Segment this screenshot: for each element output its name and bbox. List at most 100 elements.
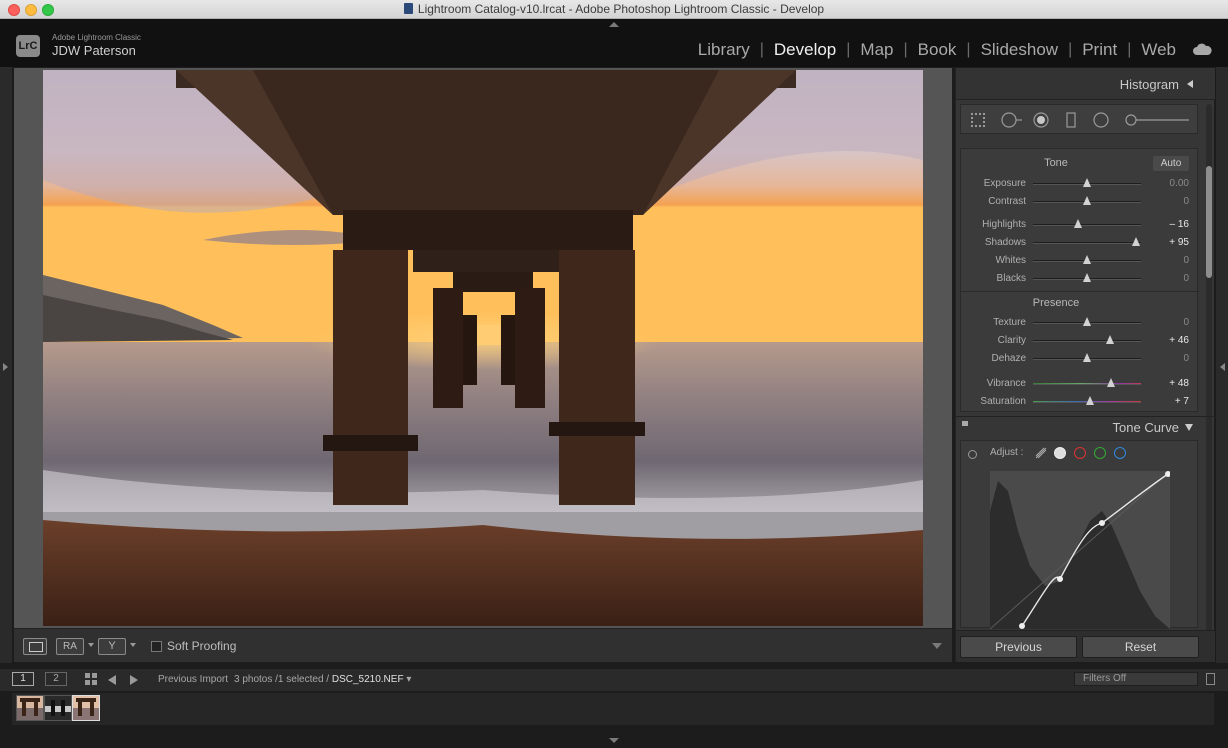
vibrance-label: Vibrance — [986, 378, 1026, 389]
source-label[interactable]: Previous Import — [158, 674, 228, 685]
crop-icon[interactable] — [970, 112, 986, 128]
survey-view-button[interactable]: Y — [98, 638, 126, 655]
survey-dropdown-icon[interactable] — [130, 643, 136, 647]
loupe-view-button[interactable] — [23, 638, 47, 655]
clarity-slider-handle[interactable] — [1105, 335, 1114, 344]
panel-switch-icon[interactable] — [962, 421, 968, 426]
targeted-adjustment-icon[interactable] — [968, 450, 977, 459]
blacks-slider-row: Blacks 0 — [961, 271, 1199, 287]
whites-value[interactable]: 0 — [1183, 255, 1189, 266]
soft-proofing-label: Soft Proofing — [167, 639, 237, 653]
shadows-slider[interactable] — [1033, 242, 1141, 244]
previous-button[interactable]: Previous — [960, 636, 1077, 658]
filters-dropdown[interactable]: Filters Off — [1074, 672, 1198, 686]
texture-slider-handle[interactable] — [1083, 317, 1091, 326]
tone-curve-title: Tone Curve — [1112, 420, 1179, 435]
saturation-slider-handle[interactable] — [1086, 396, 1095, 405]
auto-tone-button[interactable]: Auto — [1153, 156, 1189, 171]
tool-strip — [960, 104, 1198, 134]
blacks-slider-handle[interactable] — [1083, 273, 1091, 282]
shadows-slider-handle[interactable] — [1131, 237, 1140, 246]
grid-view-icon[interactable] — [85, 673, 97, 685]
texture-value[interactable]: 0 — [1183, 317, 1189, 328]
shadows-value[interactable]: + 95 — [1169, 237, 1189, 248]
tone-curve-graph[interactable] — [990, 471, 1170, 629]
thumbnail-image — [17, 696, 43, 720]
image-canvas[interactable]: RA Y Soft Proofing — [14, 68, 952, 662]
exposure-slider-handle[interactable] — [1083, 178, 1091, 187]
histogram-header[interactable]: Histogram — [956, 68, 1215, 100]
channel-rgb-icon[interactable] — [1054, 447, 1066, 459]
previous-photo-icon[interactable] — [108, 675, 116, 685]
dehaze-slider-row: Dehaze 0 — [961, 351, 1199, 367]
filter-lock-icon[interactable] — [1206, 673, 1215, 685]
highlights-slider-row: Highlights – 16 — [961, 217, 1199, 233]
soft-proofing-checkbox[interactable] — [151, 641, 162, 652]
highlights-slider-handle[interactable] — [1074, 219, 1083, 228]
secondary-window-button[interactable]: 2 — [45, 672, 67, 686]
contrast-value[interactable]: 0 — [1183, 196, 1189, 207]
dehaze-slider-handle[interactable] — [1083, 353, 1091, 362]
highlights-slider[interactable] — [1033, 224, 1141, 226]
left-panel-edge[interactable] — [0, 67, 12, 663]
exposure-label: Exposure — [983, 178, 1026, 189]
bottom-panel-toggle[interactable] — [609, 738, 619, 743]
collapse-arrow-icon[interactable] — [1187, 80, 1193, 88]
adjustment-brush-icon[interactable] — [1125, 112, 1191, 128]
radial-filter-icon[interactable] — [1093, 112, 1109, 128]
channel-blue-icon[interactable] — [1114, 447, 1126, 459]
clarity-label: Clarity — [997, 335, 1026, 346]
blacks-value[interactable]: 0 — [1183, 273, 1189, 284]
module-library[interactable]: Library — [688, 40, 760, 60]
scrollbar-thumb[interactable] — [1206, 166, 1212, 278]
before-after-button[interactable]: RA — [56, 638, 84, 655]
before-after-dropdown-icon[interactable] — [88, 643, 94, 647]
whites-slider-handle[interactable] — [1083, 255, 1091, 264]
dehaze-value[interactable]: 0 — [1183, 353, 1189, 364]
channel-red-icon[interactable] — [1074, 447, 1086, 459]
next-photo-icon[interactable] — [130, 675, 138, 685]
vibrance-value[interactable]: + 48 — [1169, 378, 1189, 389]
red-eye-icon[interactable] — [1033, 112, 1049, 128]
parametric-curve-icon[interactable] — [1034, 446, 1048, 460]
saturation-slider-row: Saturation + 7 — [961, 394, 1199, 410]
module-develop[interactable]: Develop — [764, 40, 846, 60]
toolbar-content-dropdown-icon[interactable] — [932, 643, 942, 649]
top-panel-toggle[interactable] — [609, 22, 619, 27]
module-picker: Library | Develop | Map | Book | Slideshow | Print… — [688, 40, 1186, 60]
module-book[interactable]: Book — [908, 40, 967, 60]
document-icon — [403, 3, 413, 14]
current-filename[interactable]: DSC_5210.NEF — [332, 674, 404, 685]
main-photo[interactable] — [43, 70, 923, 626]
module-web[interactable]: Web — [1131, 40, 1186, 60]
expand-arrow-icon[interactable] — [1185, 424, 1193, 431]
panel-scrollbar[interactable] — [1206, 104, 1212, 644]
texture-slider-row: Texture 0 — [961, 315, 1199, 331]
left-panel-toggle-icon — [3, 363, 8, 371]
highlights-value[interactable]: – 16 — [1170, 219, 1189, 230]
clarity-slider[interactable] — [1033, 340, 1141, 342]
module-print[interactable]: Print — [1072, 40, 1127, 60]
vibrance-slider-handle[interactable] — [1106, 378, 1115, 387]
filmstrip-thumbnail[interactable] — [44, 695, 72, 721]
right-panel-edge[interactable] — [1216, 67, 1228, 663]
module-slideshow[interactable]: Slideshow — [971, 40, 1069, 60]
clarity-value[interactable]: + 46 — [1169, 335, 1189, 346]
filmstrip-thumbnail[interactable] — [16, 695, 44, 721]
cloud-icon[interactable] — [1192, 43, 1212, 55]
contrast-slider-handle[interactable] — [1083, 196, 1091, 205]
module-map[interactable]: Map — [850, 40, 903, 60]
tone-curve-header[interactable]: Tone Curve — [956, 416, 1215, 436]
vibrance-slider[interactable] — [1033, 383, 1141, 385]
exposure-value[interactable]: 0.00 — [1170, 178, 1189, 189]
spot-removal-icon[interactable] — [1001, 112, 1023, 128]
reset-button[interactable]: Reset — [1082, 636, 1199, 658]
main-window-button[interactable]: 1 — [12, 672, 34, 686]
basic-panel: Tone Auto Exposure 0.00 Contrast 0 Highlight… — [960, 148, 1199, 412]
thumbnail-image — [45, 696, 71, 720]
channel-green-icon[interactable] — [1094, 447, 1106, 459]
graduated-filter-icon[interactable] — [1063, 112, 1079, 128]
filmstrip-thumbnail-selected[interactable] — [72, 695, 100, 721]
saturation-value[interactable]: + 7 — [1175, 396, 1189, 407]
highlights-label: Highlights — [982, 219, 1026, 230]
